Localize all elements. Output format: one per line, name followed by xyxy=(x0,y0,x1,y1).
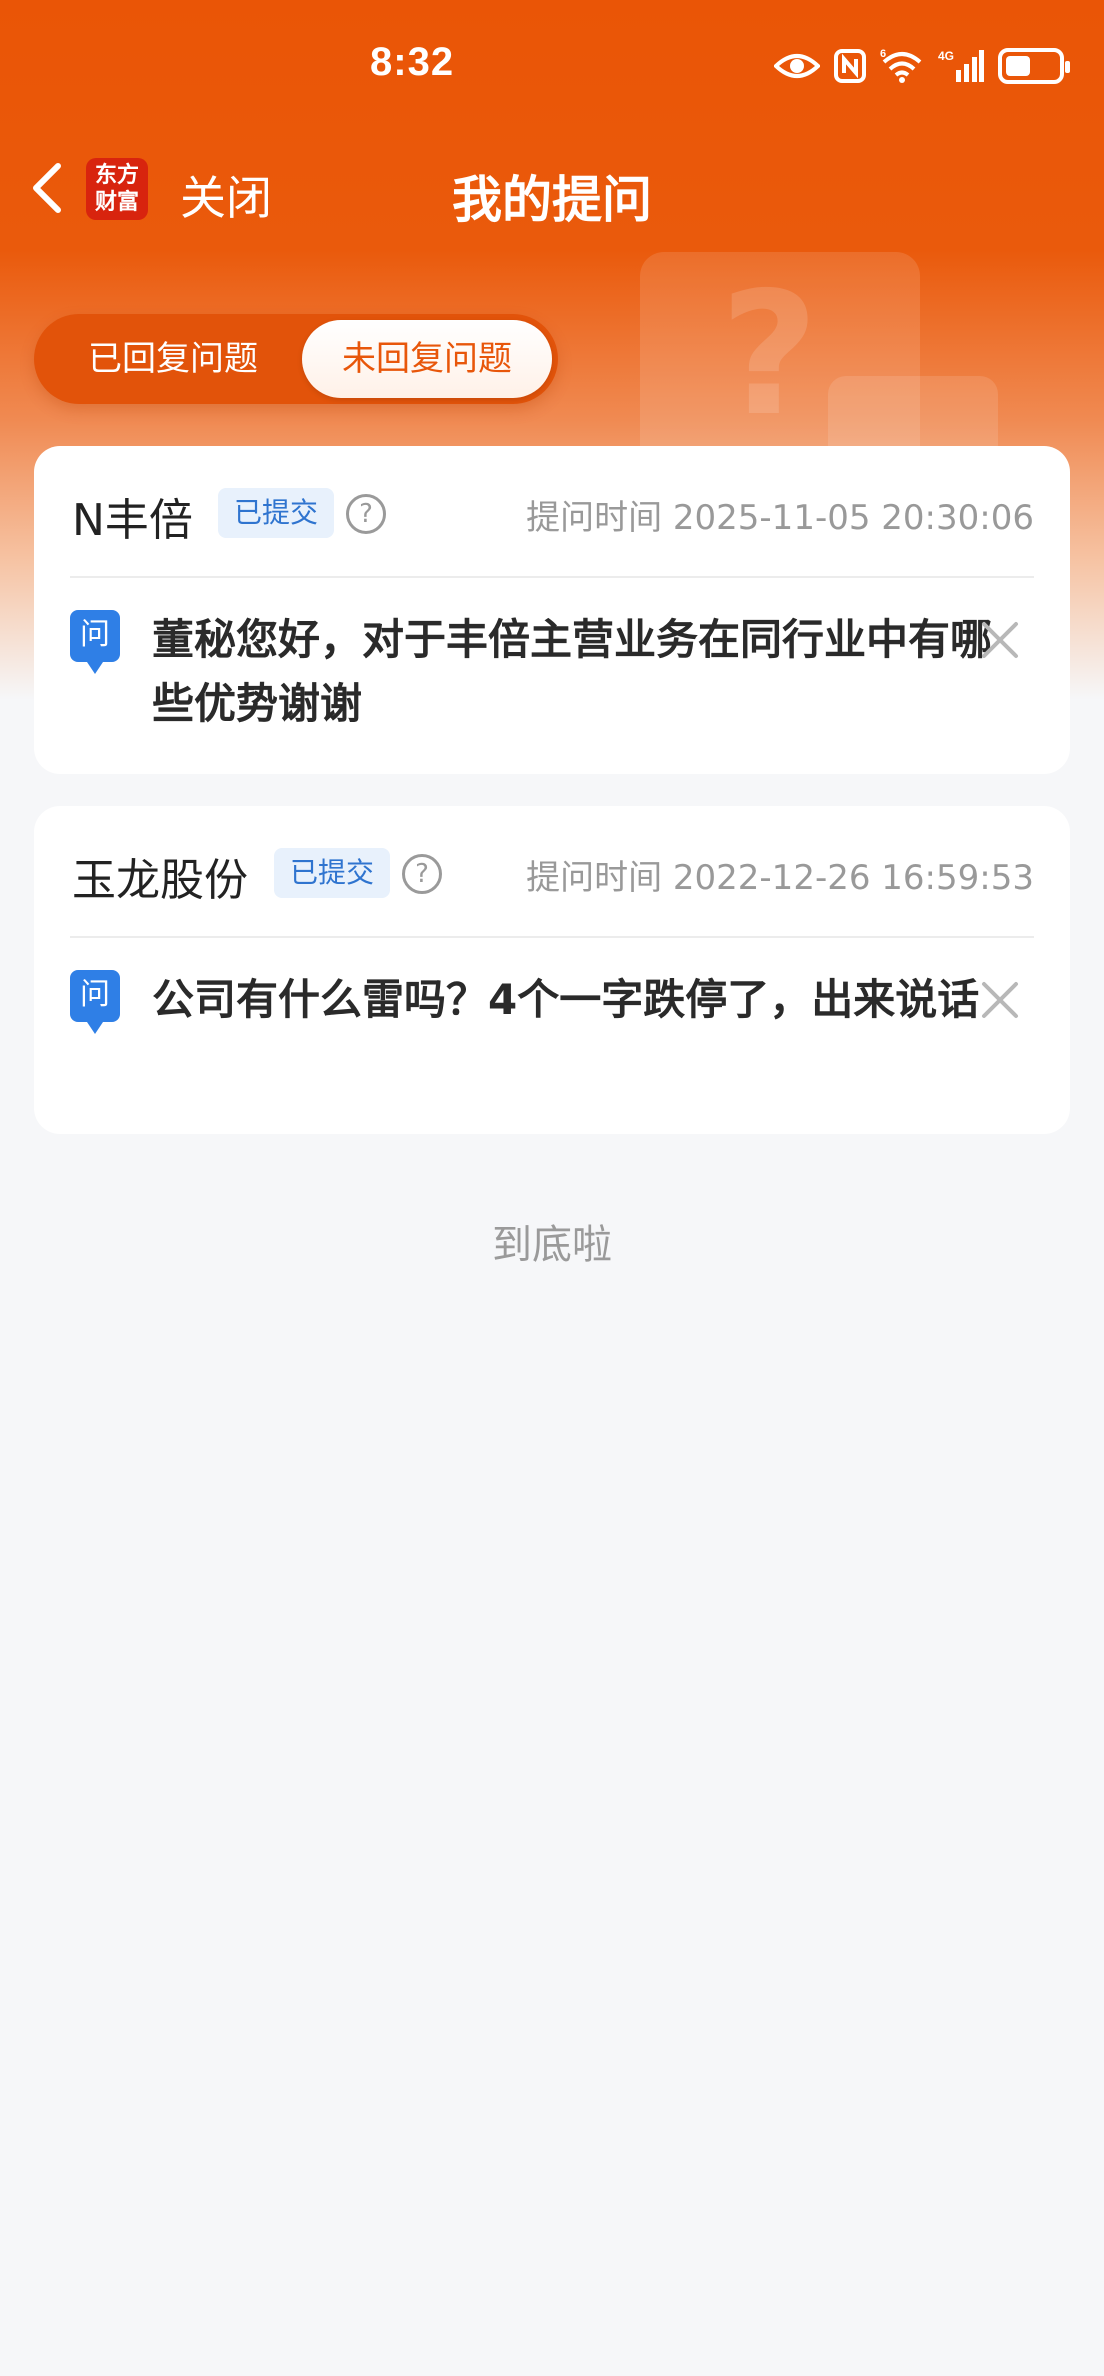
question-time: 提问时间 2025-11-05 20:30:06 xyxy=(526,498,1034,538)
question-icon: 问 xyxy=(70,610,120,674)
divider xyxy=(70,576,1034,578)
divider xyxy=(70,936,1034,938)
wifi-label: 6 xyxy=(880,48,886,60)
wifi-icon: 6 xyxy=(880,48,922,83)
question-tabs: 已回复问题 未回复问题 xyxy=(34,314,558,404)
page-title: 我的提问 xyxy=(452,171,652,229)
nfc-icon xyxy=(834,49,866,83)
question-text: 董秘您好，对于丰倍主营业务在同行业中有哪些优势谢谢 xyxy=(152,615,993,728)
question-icon: 问 xyxy=(70,970,120,1034)
status-icons: 6 4G xyxy=(774,44,1070,88)
question-card[interactable]: N丰倍 已提交 ? 提问时间 2025-11-05 20:30:06 问 董秘您… xyxy=(34,446,1070,774)
help-icon[interactable]: ? xyxy=(346,494,386,534)
delete-icon[interactable] xyxy=(978,978,1022,1022)
eye-icon xyxy=(774,54,820,78)
tab-unanswered[interactable]: 未回复问题 xyxy=(302,320,552,398)
status-badge: 已提交 xyxy=(274,848,391,898)
battery-icon xyxy=(998,48,1070,84)
my-questions-page: ? 8:32 6 4G 东方 财富 关闭 我的提问 已回复问题 未回复问题 N丰… xyxy=(0,0,1104,2376)
end-of-list-text: 到底啦 xyxy=(492,1222,612,1268)
question-mark-illustration-icon: ? xyxy=(720,256,819,454)
status-badge: 已提交 xyxy=(218,488,335,538)
company-name: 玉龙股份 xyxy=(72,855,248,906)
status-time: 8:32 xyxy=(370,40,455,84)
network-label: 4G xyxy=(938,49,954,63)
question-card[interactable]: 玉龙股份 已提交 ? 提问时间 2022-12-26 16:59:53 问 公司… xyxy=(34,806,1070,1134)
tab-answered[interactable]: 已回复问题 xyxy=(48,320,298,398)
question-text: 公司有什么雷吗？4个一字跌停了，出来说话 xyxy=(152,975,980,1024)
question-time: 提问时间 2022-12-26 16:59:53 xyxy=(526,858,1034,898)
company-name: N丰倍 xyxy=(72,495,193,546)
help-icon[interactable]: ? xyxy=(402,854,442,894)
delete-icon[interactable] xyxy=(978,618,1022,662)
signal-4g-icon: 4G xyxy=(938,49,984,82)
